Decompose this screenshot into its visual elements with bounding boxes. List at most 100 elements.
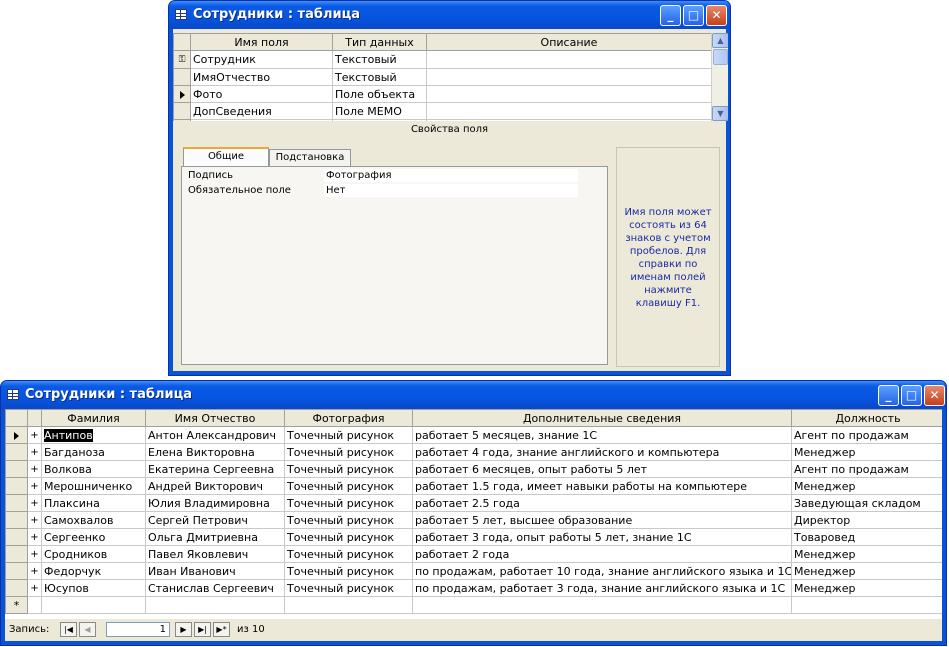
empty-cell[interactable] xyxy=(145,596,285,614)
field-row[interactable]: ⚿ Сотрудник Текстовый xyxy=(173,50,712,69)
minimize-button[interactable]: _ xyxy=(660,5,681,26)
scroll-down-button[interactable]: ▼ xyxy=(712,106,728,121)
expand-icon[interactable]: + xyxy=(27,460,42,478)
row-selector[interactable] xyxy=(5,460,28,478)
position-cell[interactable]: Менеджер xyxy=(791,545,942,563)
notes-cell[interactable]: по продажам, работает 10 года, знание ан… xyxy=(412,562,792,580)
row-selector[interactable] xyxy=(5,511,28,529)
new-record-icon[interactable]: * xyxy=(5,596,28,614)
photo-cell[interactable]: Точечный рисунок xyxy=(284,494,413,512)
record-number-input[interactable]: 1 xyxy=(106,622,170,637)
photo-cell[interactable]: Точечный рисунок xyxy=(284,460,413,478)
notes-cell[interactable]: работает 2 года xyxy=(412,545,792,563)
row-selector[interactable] xyxy=(5,579,28,597)
expand-icon[interactable]: + xyxy=(27,579,42,597)
empty-cell[interactable] xyxy=(284,596,413,614)
photo-cell[interactable]: Точечный рисунок xyxy=(284,562,413,580)
notes-cell[interactable]: работает 5 месяцев, знание 1С xyxy=(412,426,792,444)
surname-cell[interactable]: Мерошниченко xyxy=(41,477,146,495)
name-cell[interactable]: Иван Иванович xyxy=(145,562,285,580)
empty-cell[interactable] xyxy=(27,596,42,614)
position-cell[interactable]: Менеджер xyxy=(791,443,942,461)
column-header[interactable]: Дополнительные сведения xyxy=(412,409,792,427)
maximize-button[interactable]: □ xyxy=(901,385,922,406)
expand-icon[interactable]: + xyxy=(27,545,42,563)
notes-cell[interactable]: работает 3 года, опыт работы 5 лет, знан… xyxy=(412,528,792,546)
field-name-cell[interactable]: ДопСведения xyxy=(190,102,333,120)
name-cell[interactable]: Павел Яковлевич xyxy=(145,545,285,563)
name-cell[interactable]: Станислав Сергеевич xyxy=(145,579,285,597)
previous-record-button[interactable]: ◀ xyxy=(79,622,96,637)
field-description-cell[interactable] xyxy=(426,50,712,69)
expand-icon[interactable]: + xyxy=(27,494,42,512)
field-description-cell[interactable] xyxy=(426,85,712,103)
next-record-button[interactable]: ▶ xyxy=(175,622,192,637)
field-type-cell[interactable]: Поле MEMO xyxy=(332,102,427,120)
photo-cell[interactable]: Точечный рисунок xyxy=(284,579,413,597)
notes-cell[interactable]: работает 1.5 года, имеет навыки работы н… xyxy=(412,477,792,495)
photo-cell[interactable]: Точечный рисунок xyxy=(284,511,413,529)
notes-cell[interactable]: работает 6 месяцев, опыт работы 5 лет xyxy=(412,460,792,478)
field-row[interactable]: ДопСведения Поле MEMO xyxy=(173,102,712,120)
new-record-button[interactable]: ▶* xyxy=(213,622,230,637)
row-selector[interactable] xyxy=(173,68,191,86)
position-cell[interactable]: Менеджер xyxy=(791,477,942,495)
row-selector[interactable] xyxy=(173,85,191,103)
photo-cell[interactable]: Точечный рисунок xyxy=(284,426,413,444)
design-window-titlebar[interactable]: Сотрудники : таблица _ □ ✕ xyxy=(169,1,730,29)
property-value[interactable]: Фотография xyxy=(324,169,578,182)
field-name-cell[interactable]: Должность xyxy=(190,119,333,121)
name-cell[interactable]: Ольга Дмитриевна xyxy=(145,528,285,546)
table-row[interactable]: + Багданоза Елена Викторовна Точечный рисун… xyxy=(5,443,942,461)
field-type-cell[interactable]: Текстовый xyxy=(332,68,427,86)
empty-cell[interactable] xyxy=(412,596,792,614)
maximize-button[interactable]: □ xyxy=(683,5,704,26)
notes-cell[interactable]: работает 2.5 года xyxy=(412,494,792,512)
notes-cell[interactable]: работает 5 лет, высшее образование xyxy=(412,511,792,529)
expand-icon[interactable]: + xyxy=(27,562,42,580)
expand-icon[interactable]: + xyxy=(27,426,42,444)
table-row[interactable]: + Антипов Антон Александрович Точечный рису… xyxy=(5,426,942,444)
position-cell[interactable]: Агент по продажам xyxy=(791,460,942,478)
surname-cell[interactable]: Багданоза xyxy=(41,443,146,461)
expand-icon[interactable]: + xyxy=(27,511,42,529)
selector-header[interactable] xyxy=(5,409,28,427)
column-header[interactable]: Фотография xyxy=(284,409,413,427)
expand-icon[interactable]: + xyxy=(27,443,42,461)
close-button[interactable]: ✕ xyxy=(924,385,945,406)
row-selector[interactable] xyxy=(5,494,28,512)
table-row[interactable]: + Сродников Павел Яковлевич Точечный рисуно… xyxy=(5,545,942,563)
field-name-cell[interactable]: Сотрудник xyxy=(190,50,333,69)
surname-cell[interactable]: Самохвалов xyxy=(41,511,146,529)
tab-general[interactable]: Общие xyxy=(183,147,269,167)
surname-cell[interactable]: Сродников xyxy=(41,545,146,563)
surname-cell[interactable]: Федорчук xyxy=(41,562,146,580)
notes-cell[interactable]: по продажам, работает 3 года, знание анг… xyxy=(412,579,792,597)
column-header[interactable]: Должность xyxy=(791,409,942,427)
field-name-cell[interactable]: Фото xyxy=(190,85,333,103)
datasheet-window-titlebar[interactable]: Сотрудники : таблица _ □ ✕ xyxy=(1,381,946,409)
new-record-row[interactable]: * xyxy=(5,596,942,614)
table-row[interactable]: + Волкова Екатерина Сергеевна Точечный рису… xyxy=(5,460,942,478)
photo-cell[interactable]: Точечный рисунок xyxy=(284,443,413,461)
field-row[interactable]: Фото Поле объекта xyxy=(173,85,712,103)
position-cell[interactable]: Менеджер xyxy=(791,562,942,580)
field-description-cell[interactable] xyxy=(426,68,712,86)
surname-cell[interactable]: Волкова xyxy=(41,460,146,478)
column-header[interactable]: Фамилия xyxy=(41,409,146,427)
surname-cell[interactable]: Антипов xyxy=(41,426,146,444)
row-selector[interactable]: ⚿ xyxy=(173,50,191,69)
field-grid-scrollbar[interactable]: ▲ ▼ xyxy=(711,33,728,121)
row-selector[interactable] xyxy=(173,119,191,121)
name-cell[interactable]: Юлия Владимировна xyxy=(145,494,285,512)
expand-icon[interactable]: + xyxy=(27,477,42,495)
tab-lookup[interactable]: Подстановка xyxy=(269,149,351,167)
table-row[interactable]: + Самохвалов Сергей Петрович Точечный рисун… xyxy=(5,511,942,529)
scroll-up-button[interactable]: ▲ xyxy=(712,33,728,48)
scroll-thumb[interactable] xyxy=(713,49,728,65)
position-cell[interactable]: Агент по продажам xyxy=(791,426,942,444)
position-cell[interactable]: Товаровед xyxy=(791,528,942,546)
position-cell[interactable]: Директор xyxy=(791,511,942,529)
row-selector[interactable] xyxy=(5,545,28,563)
surname-cell[interactable]: Плаксина xyxy=(41,494,146,512)
